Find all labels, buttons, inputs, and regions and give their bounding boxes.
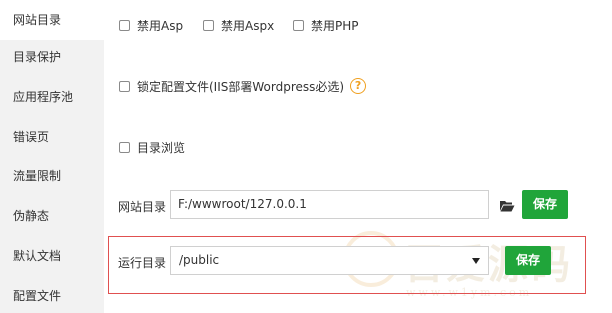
sidebar-item-label: 伪静态 [13,209,50,223]
site-directory-save-button[interactable]: 保存 [522,190,568,219]
checkbox-box[interactable] [119,141,130,153]
sidebar-item-label: 默认文档 [13,249,62,263]
run-directory-label: 运行目录 [118,256,167,270]
checkbox-box[interactable] [293,19,304,31]
sidebar-item-app-pool[interactable]: 应用程序池 [0,77,104,117]
run-directory-selected-value: /public [179,253,220,267]
lock-config-label: 锁定配置文件(IIS部署Wordpress必选) [137,79,345,94]
checkbox-box[interactable] [119,19,130,31]
sidebar-item-label: 应用程序池 [13,90,74,104]
disable-php-checkbox[interactable]: 禁用PHP [293,17,359,33]
sidebar-item-traffic-limit[interactable]: 流量限制 [0,156,104,196]
checkbox-box[interactable] [119,80,130,92]
site-directory-input[interactable]: F:/wwwroot/127.0.0.1 [170,190,489,219]
folder-open-icon[interactable] [499,198,515,214]
sidebar-item-rewrite[interactable]: 伪静态 [0,196,104,236]
help-icon[interactable]: ? [350,78,367,94]
site-directory-label: 网站目录 [118,200,167,214]
sidebar-item-label: 配置文件 [13,289,62,303]
sidebar-item-directory-protection[interactable]: 目录保护 [0,37,104,77]
sidebar-item-label: 错误页 [13,130,50,144]
sidebar-item-site-directory[interactable]: 网站目录 [0,0,104,40]
run-directory-select[interactable]: /public [170,246,489,275]
sidebar-item-label: 目录保护 [13,50,62,64]
disable-php-label: 禁用PHP [311,18,359,33]
lock-config-checkbox[interactable]: 锁定配置文件(IIS部署Wordpress必选) ? [119,78,367,94]
directory-browse-label: 目录浏览 [137,140,186,155]
sidebar: 网站目录 目录保护 应用程序池 错误页 流量限制 伪静态 默认文档 配置文件 [0,0,104,313]
run-directory-save-button[interactable]: 保存 [505,246,551,275]
dropdown-arrow-icon [472,258,480,264]
checkbox-box[interactable] [203,19,214,31]
sidebar-item-default-document[interactable]: 默认文档 [0,236,104,276]
disable-asp-label: 禁用Asp [137,18,184,33]
sidebar-item-label: 流量限制 [13,169,62,183]
disable-asp-checkbox[interactable]: 禁用Asp [119,17,183,33]
directory-browse-checkbox[interactable]: 目录浏览 [119,139,185,155]
sidebar-item-label: 网站目录 [13,13,62,27]
disable-aspx-checkbox[interactable]: 禁用Aspx [203,17,274,33]
sidebar-item-config-file[interactable]: 配置文件 [0,276,104,313]
sidebar-item-error-page[interactable]: 错误页 [0,117,104,157]
disable-aspx-label: 禁用Aspx [221,18,275,33]
